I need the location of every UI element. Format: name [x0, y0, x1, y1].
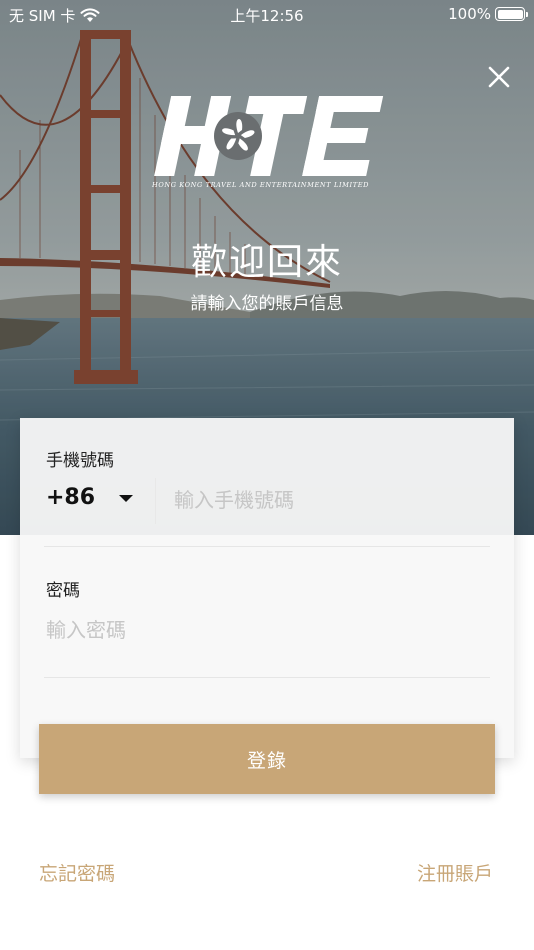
phone-underline: [44, 546, 490, 547]
welcome-subtitle: 請輸入您的賬戶信息: [190, 294, 344, 314]
field-divider: [155, 478, 156, 524]
welcome-title: 歡迎回來: [190, 242, 343, 283]
logo-tagline: HONG KONG TRAVEL AND ENTERTAINMENT LIMIT…: [152, 181, 370, 189]
register-link[interactable]: 注冊賬戶: [417, 859, 493, 886]
password-input[interactable]: [46, 612, 486, 648]
login-form-card: 手機號碼 +86 密碼: [20, 418, 514, 758]
status-bar: 无 SIM 卡 上午12:56 100%: [0, 0, 534, 30]
company-logo: HONG KONG TRAVEL AND ENTERTAINMENT LIMIT…: [150, 92, 386, 196]
status-right: 100%: [448, 5, 528, 23]
battery-percent: 100%: [448, 5, 491, 23]
password-underline: [44, 677, 490, 678]
phone-label: 手機號碼: [46, 451, 114, 471]
bauhinia-icon: [214, 112, 262, 160]
password-label: 密碼: [46, 581, 80, 601]
logo-wordmark: [154, 96, 384, 176]
battery-icon: [495, 7, 528, 21]
close-icon[interactable]: [482, 60, 516, 94]
login-button[interactable]: 登錄: [39, 724, 495, 794]
dropdown-caret-icon: [119, 495, 134, 502]
phone-input[interactable]: [174, 482, 494, 518]
country-code-selector[interactable]: +86: [46, 485, 134, 510]
forgot-password-link[interactable]: 忘記密碼: [39, 859, 115, 886]
country-code-value: +86: [46, 485, 96, 510]
